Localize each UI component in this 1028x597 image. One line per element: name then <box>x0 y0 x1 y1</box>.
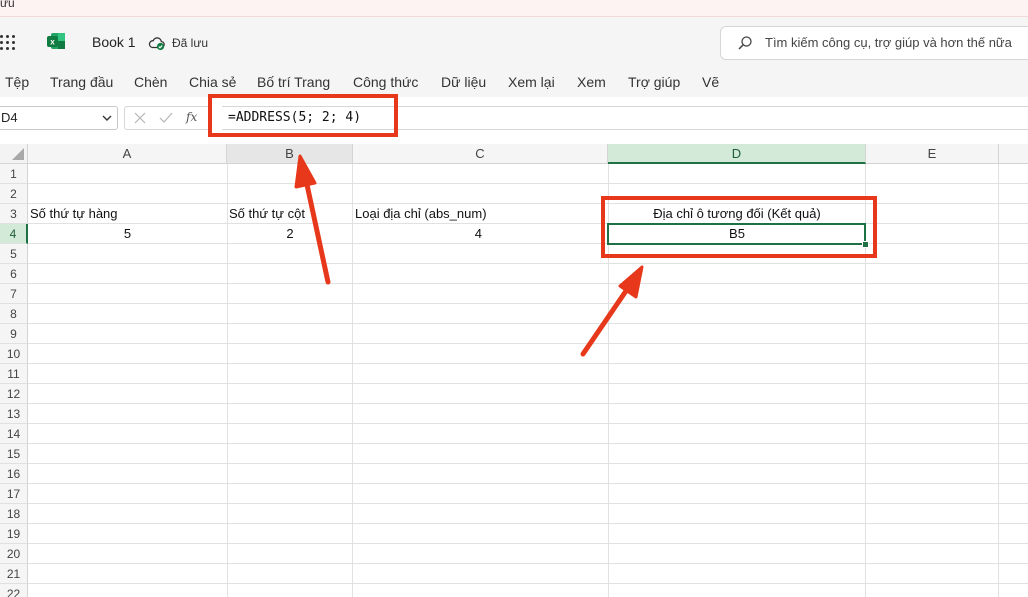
insert-function-icon[interactable]: fx <box>186 110 197 124</box>
excel-logo-icon: x <box>47 33 65 49</box>
row-divider <box>28 583 1028 584</box>
tab-data[interactable]: Dữ liệu <box>441 74 486 90</box>
column-header-e[interactable]: E <box>866 144 999 164</box>
row-header-14[interactable]: 14 <box>0 424 28 444</box>
row-divider <box>28 363 1028 364</box>
ribbon-tabs: Tệp Trang đầu Chèn Chia sẻ Bố trí Trang … <box>0 67 1028 97</box>
tab-formulas[interactable]: Công thức <box>353 74 418 90</box>
row-header-21[interactable]: 21 <box>0 564 28 584</box>
tab-insert[interactable]: Chèn <box>134 74 167 90</box>
name-box-value: D4 <box>1 110 18 125</box>
row-divider <box>28 563 1028 564</box>
row-header-10[interactable]: 10 <box>0 344 28 364</box>
row-divider <box>28 523 1028 524</box>
cell-b4[interactable]: 2 <box>227 224 353 244</box>
column-header-c[interactable]: C <box>353 144 608 164</box>
tab-help[interactable]: Trợ giúp <box>628 74 680 90</box>
row-header-7[interactable]: 7 <box>0 284 28 304</box>
row-header-6[interactable]: 6 <box>0 264 28 284</box>
row-header-15[interactable]: 15 <box>0 444 28 464</box>
row-divider <box>28 183 1028 184</box>
tab-page-layout[interactable]: Bố trí Trang <box>257 74 330 90</box>
row-divider <box>28 303 1028 304</box>
select-all-corner[interactable] <box>0 144 28 164</box>
column-header-d[interactable]: D <box>608 144 866 164</box>
top-strip-text: ửu <box>0 0 15 10</box>
row-header-20[interactable]: 20 <box>0 544 28 564</box>
row-divider <box>28 263 1028 264</box>
column-header-b[interactable]: B <box>227 144 353 164</box>
search-placeholder: Tìm kiếm công cụ, trợ giúp và hơn thế nữ… <box>765 35 1012 50</box>
row-divider <box>28 483 1028 484</box>
row-divider <box>28 423 1028 424</box>
row-divider <box>28 463 1028 464</box>
confirm-icon[interactable] <box>158 111 174 125</box>
tab-share[interactable]: Chia sẻ <box>189 74 236 90</box>
cell-b3[interactable]: Số thứ tự cột <box>229 204 305 224</box>
row-divider <box>28 343 1028 344</box>
cell-a3[interactable]: Số thứ tự hàng <box>30 204 118 224</box>
chevron-down-icon[interactable] <box>101 112 113 124</box>
tab-draw[interactable]: Vẽ <box>702 74 719 90</box>
row-divider <box>28 203 1028 204</box>
row-header-17[interactable]: 17 <box>0 484 28 504</box>
row-header-11[interactable]: 11 <box>0 364 28 384</box>
row-header-18[interactable]: 18 <box>0 504 28 524</box>
row-header-16[interactable]: 16 <box>0 464 28 484</box>
row-header-19[interactable]: 19 <box>0 524 28 544</box>
tab-file[interactable]: Tệp <box>5 74 29 90</box>
save-status: Đã lưu <box>172 36 209 50</box>
result-highlight-box <box>601 196 877 258</box>
row-header-13[interactable]: 13 <box>0 404 28 424</box>
select-all-triangle-icon <box>12 148 24 160</box>
row-header-8[interactable]: 8 <box>0 304 28 324</box>
cloud-saved-icon <box>148 37 165 51</box>
formula-highlight-box <box>208 94 398 137</box>
app-launcher-icon[interactable] <box>0 35 18 51</box>
row-header-12[interactable]: 12 <box>0 384 28 404</box>
row-header-2[interactable]: 2 <box>0 184 28 204</box>
row-header-4[interactable]: 4 <box>0 224 28 244</box>
row-divider <box>28 503 1028 504</box>
top-strip: ửu <box>0 0 1028 17</box>
search-icon <box>738 36 752 50</box>
svg-text:x: x <box>50 38 55 47</box>
row-divider <box>28 443 1028 444</box>
cancel-icon[interactable] <box>133 111 147 125</box>
cell-c4[interactable]: 4 <box>353 224 484 244</box>
row-header-9[interactable]: 9 <box>0 324 28 344</box>
column-header-f[interactable] <box>999 144 1028 164</box>
row-header-5[interactable]: 5 <box>0 244 28 264</box>
search-box[interactable]: Tìm kiếm công cụ, trợ giúp và hơn thế nữ… <box>720 26 1028 60</box>
tab-home[interactable]: Trang đầu <box>50 74 113 90</box>
row-divider <box>28 323 1028 324</box>
cell-a4[interactable]: 5 <box>28 224 227 244</box>
row-header-1[interactable]: 1 <box>0 164 28 184</box>
column-header-a[interactable]: A <box>28 144 227 164</box>
tab-view[interactable]: Xem <box>577 74 606 90</box>
tab-review[interactable]: Xem lại <box>508 74 555 90</box>
row-header-3[interactable]: 3 <box>0 204 28 224</box>
row-header-22[interactable]: 22 <box>0 584 28 597</box>
name-box[interactable]: D4 <box>0 106 118 130</box>
cell-c3[interactable]: Loại địa chỉ (abs_num) <box>355 204 487 224</box>
row-divider <box>28 543 1028 544</box>
row-divider <box>28 383 1028 384</box>
column-divider <box>998 164 999 597</box>
row-divider <box>28 403 1028 404</box>
formula-buttons: fx <box>124 106 210 130</box>
workbook-title[interactable]: Book 1 <box>92 34 136 50</box>
row-divider <box>28 283 1028 284</box>
formula-bar: D4 fx =ADDRESS(5; 2; 4) <box>0 100 1028 134</box>
